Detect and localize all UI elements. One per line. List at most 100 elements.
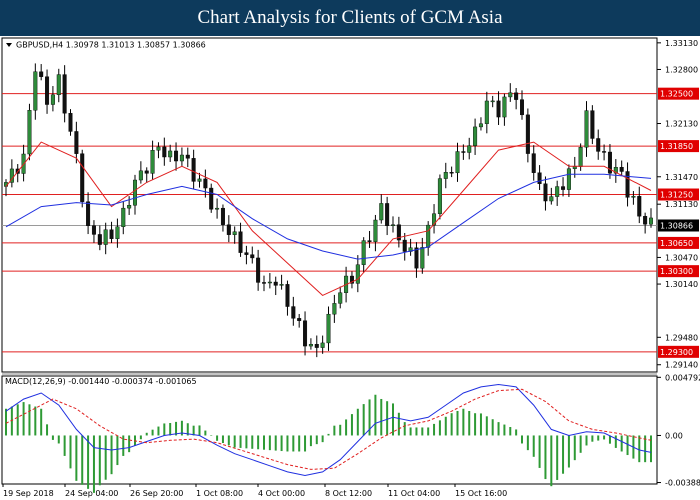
candle-body: [220, 207, 225, 225]
macd-tick-label: 0.00: [665, 431, 683, 440]
candle-body: [27, 110, 32, 155]
candle-body: [443, 172, 448, 179]
macd-histogram-bar: [438, 420, 441, 436]
macd-histogram-bar: [75, 435, 78, 481]
sr-price-label: 1.32500: [660, 90, 693, 99]
time-tick-label: 24 Sep 04:00: [65, 489, 118, 498]
macd-histogram-bar: [128, 435, 131, 453]
macd-histogram-bar: [327, 433, 330, 436]
candle-body: [584, 110, 589, 148]
macd-histogram-bar: [292, 435, 295, 452]
candle-body: [508, 92, 513, 98]
candle-body: [156, 146, 161, 151]
candle-body: [97, 234, 102, 245]
candle-body: [197, 178, 202, 182]
macd-histogram-bar: [304, 435, 307, 452]
candle-body: [162, 146, 167, 158]
macd-histogram-bar: [597, 435, 600, 441]
macd-histogram-bar: [309, 435, 312, 447]
candle-body: [631, 196, 636, 198]
candle-body: [250, 254, 255, 259]
candle-body: [238, 231, 243, 253]
macd-histogram-bar: [345, 419, 348, 436]
time-tick-label: 1 Oct 08:00: [196, 489, 243, 498]
price-chart-title: GBPUSD,H4 1.30978 1.31013 1.30857 1.3086…: [16, 41, 206, 50]
candle-body: [555, 186, 560, 197]
macd-histogram-bar: [204, 430, 207, 436]
macd-histogram-bar: [433, 423, 436, 436]
macd-histogram-bar: [274, 435, 277, 451]
macd-histogram-bar: [16, 404, 19, 436]
macd-histogram-bar: [221, 435, 224, 444]
price-tick-label: 1.29480: [665, 333, 698, 342]
candle-body: [543, 183, 548, 202]
macd-histogram-bar: [227, 435, 230, 446]
macd-histogram-bar: [315, 435, 318, 445]
candle-body: [209, 187, 214, 210]
macd-histogram-bar: [104, 435, 107, 480]
macd-histogram-bar: [192, 425, 195, 436]
macd-tick-label: 0.004792: [665, 373, 700, 382]
banner: Chart Analysis for Clients of GCM Asia: [0, 0, 700, 36]
candle-body: [361, 240, 366, 265]
macd-histogram-bar: [585, 435, 588, 446]
macd-histogram-bar: [362, 404, 365, 436]
candle-body: [355, 264, 360, 284]
current-price-label: 1.30866: [660, 221, 693, 230]
price-tick-label: 1.29140: [665, 361, 698, 370]
macd-histogram-bar: [98, 435, 101, 486]
candle-body: [138, 170, 143, 181]
macd-histogram-bar: [92, 435, 95, 493]
macd-histogram-bar: [650, 435, 652, 463]
candle-body: [414, 247, 419, 269]
candle-body: [478, 123, 483, 128]
macd-histogram-bar: [556, 435, 559, 480]
candle-body: [80, 153, 85, 202]
macd-histogram-bar: [392, 403, 394, 436]
candle-body: [561, 186, 566, 190]
banner-title: Chart Analysis for Clients of GCM Asia: [197, 7, 503, 28]
macd-histogram-bar: [356, 408, 359, 436]
candle-body: [367, 240, 372, 242]
macd-histogram-bar: [532, 435, 535, 457]
candle-body: [127, 205, 132, 209]
candle-body: [68, 113, 73, 132]
candle-body: [566, 168, 571, 190]
macd-histogram-bar: [567, 435, 570, 468]
candle-body: [625, 171, 630, 198]
candle-body: [203, 178, 208, 189]
candle-body: [91, 225, 96, 235]
candle-body: [514, 92, 519, 100]
macd-histogram-bar: [591, 435, 594, 442]
macd-histogram-bar: [210, 435, 213, 436]
candle-body: [572, 166, 577, 169]
candle-body: [256, 257, 261, 283]
candle-body: [267, 281, 272, 284]
macd-histogram-bar: [456, 410, 459, 436]
macd-histogram-bar: [550, 435, 553, 487]
macd-histogram-bar: [63, 435, 66, 456]
time-tick-label: 11 Oct 04:00: [388, 489, 440, 498]
price-tick-label: 1.30470: [665, 253, 698, 262]
sr-price-label: 1.31250: [660, 191, 693, 200]
candle-body: [338, 292, 343, 304]
candle-body: [121, 207, 126, 227]
candle-body: [496, 100, 501, 118]
candle-body: [643, 216, 648, 225]
candle-body: [62, 74, 67, 114]
macd-histogram-bar: [87, 435, 90, 489]
price-tick-label: 1.33130: [665, 39, 698, 48]
time-tick-label: 8 Oct 12:00: [325, 489, 372, 498]
candle-body: [115, 226, 120, 239]
macd-histogram-bar: [280, 435, 283, 452]
macd-histogram-bar: [245, 435, 248, 449]
macd-histogram-bar: [526, 435, 529, 451]
macd-histogram-bar: [503, 424, 506, 436]
candle-body: [50, 94, 55, 105]
price-tick-label: 1.32800: [665, 65, 698, 74]
candle-body: [291, 306, 296, 319]
candle-body: [549, 196, 554, 202]
macd-histogram-bar: [268, 435, 271, 451]
macd-histogram-bar: [40, 408, 43, 436]
candle-body: [45, 76, 50, 105]
